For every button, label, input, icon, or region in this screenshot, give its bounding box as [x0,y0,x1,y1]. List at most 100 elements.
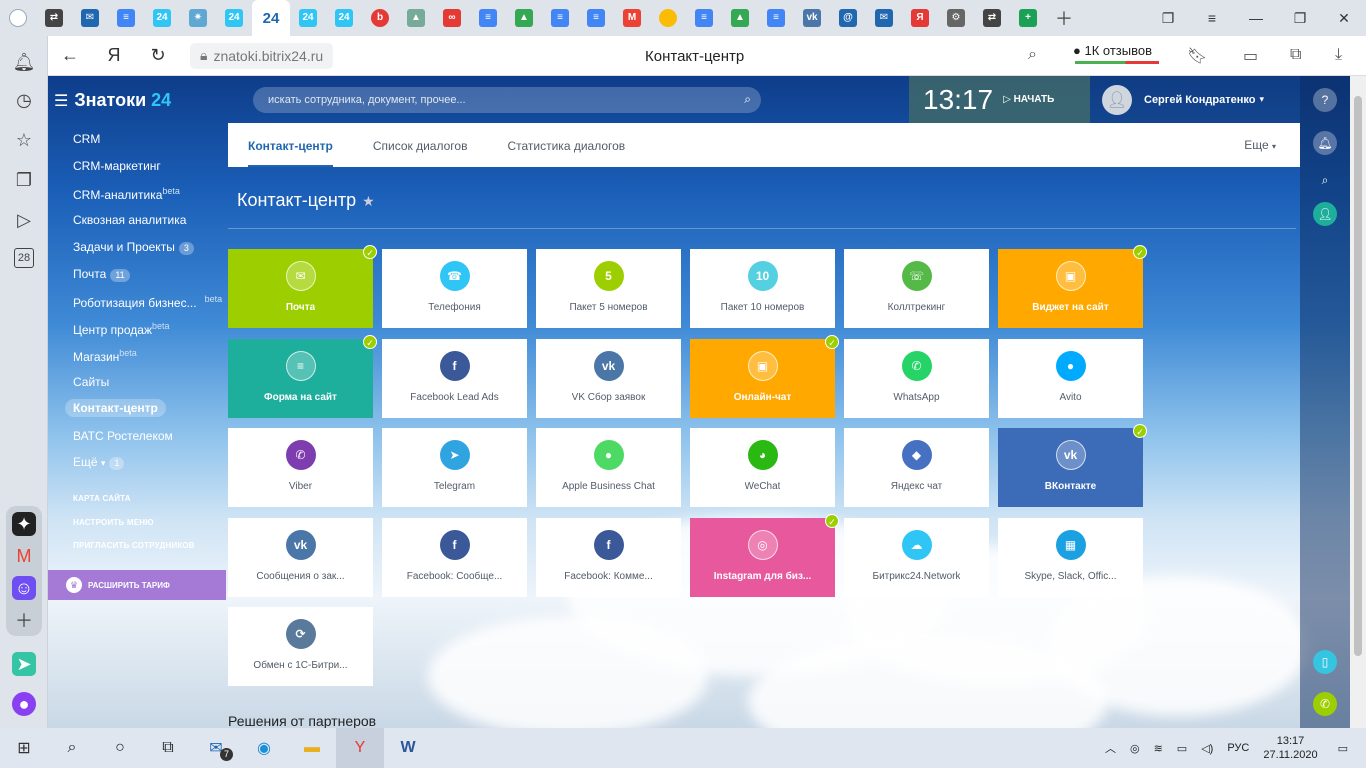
extensions-icon[interactable]: ⧉ [1290,46,1301,64]
windows-start-icon[interactable]: ⊞ [0,728,48,768]
browser-tab[interactable] [650,0,686,36]
mobile-icon[interactable]: ▯ [1313,650,1337,674]
wifi-icon[interactable]: ≋ [1154,742,1163,755]
favorites-icon[interactable]: ☆ [12,128,36,152]
restore-icon[interactable]: ❐ [1278,0,1322,36]
upgrade-plan-button[interactable]: ♛ РАСШИРИТЬ ТАРИФ [48,570,226,600]
edge-icon[interactable]: ◉ [240,728,288,768]
menu-item-end-to-end-analytics[interactable]: Сквозная аналитика [73,213,186,227]
reviews-button[interactable]: ● 1К отзывов [1073,43,1152,58]
sitemap-link[interactable]: КАРТА САЙТА [73,494,131,503]
browser-tab[interactable]: ≡ [542,0,578,36]
configure-menu-link[interactable]: НАСТРОИТЬ МЕНЮ [73,518,154,527]
contacts-icon[interactable]: 👤︎ [1313,202,1337,226]
worktime-widget[interactable]: 13:17 ▷ НАЧАТЬ [909,76,1090,123]
gmail-app-icon[interactable]: M [12,544,36,568]
yandex-logo-icon[interactable] [0,0,36,36]
search-icon[interactable]: ⌕ [48,728,96,768]
connector-tile[interactable]: ◆ Яндекс чат [844,428,989,507]
browser-tab[interactable]: ▲ [722,0,758,36]
explorer-icon[interactable]: ▬ [288,728,336,768]
language-indicator[interactable]: РУС [1227,742,1249,754]
connector-tile[interactable]: ☏ Коллтрекинг [844,249,989,328]
connector-tile[interactable]: ◕ WeChat [690,428,835,507]
connector-tile[interactable]: ▦ Skype, Slack, Offic... [998,517,1143,597]
alice-voice-icon[interactable]: ● [12,692,36,716]
browser-tab-active[interactable]: 24 [252,0,290,36]
minimize-icon[interactable]: — [1234,0,1278,36]
browser-tab[interactable]: ✷ [180,0,216,36]
send-app-icon[interactable]: ➤ [12,652,36,676]
browser-tab[interactable]: 24 [326,0,362,36]
search-input[interactable]: искать сотрудника, документ, прочее... ⌕ [253,87,761,113]
browser-tab[interactable]: 24 [144,0,180,36]
star-icon[interactable]: ★ [362,193,375,209]
browser-tab[interactable]: ≡ [758,0,794,36]
connector-tile[interactable]: ▣ Онлайн-чат ✓ [690,334,839,418]
security-icon[interactable]: ◎ [1130,742,1140,755]
browser-tab[interactable]: ≡ [686,0,722,36]
back-icon[interactable]: ← [48,36,92,76]
menu-item-sales-center[interactable]: Центр продажbeta [73,321,170,337]
connector-tile[interactable]: vk VK Сбор заявок [536,338,681,418]
connector-tile[interactable]: ≡ Форма на сайт ✓ [228,334,377,418]
clock-tray[interactable]: 13:17 27.11.2020 [1263,734,1317,762]
browser-tab[interactable]: ✉ [72,0,108,36]
connector-tile[interactable]: ☎ Телефония [382,249,527,328]
browser-tab[interactable]: b [362,0,398,36]
menu-item-vats[interactable]: ВАТС Ростелеком [73,429,173,443]
help-icon[interactable]: ? [1313,88,1337,112]
connector-tile[interactable]: ✆ WhatsApp [844,338,989,418]
browser-tab[interactable]: Я [902,0,938,36]
menu-item-mail[interactable]: Почта 11 [73,267,130,282]
video-icon[interactable]: ▷ [12,208,36,232]
user-menu[interactable]: 👤︎ Сергей Кондратенко ▾ [1090,76,1300,123]
browser-tab[interactable]: @ [830,0,866,36]
collections-icon[interactable]: ❐ [12,168,36,192]
tab-dialog-list[interactable]: Список диалогов [373,123,468,167]
menu-item-robotization[interactable]: Роботизация бизнес... beta [73,294,222,310]
bell-icon[interactable]: 🔔︎ [1313,131,1337,155]
connector-tile[interactable]: ◎ Instagram для биз... ✓ [690,513,839,597]
task-view-icon[interactable]: ⧉ [144,728,192,768]
more-tabs-button[interactable]: Еще ▾ [1244,138,1276,152]
connector-tile[interactable]: ➤ Telegram [382,428,527,507]
yandex-icon[interactable]: Я [92,36,136,76]
browser-tab[interactable]: ⇄ [36,0,72,36]
connector-tile[interactable]: 10 Пакет 10 номеров [690,249,835,328]
url-field[interactable]: 🔒︎ znatoki.bitrix24.ru [190,42,334,69]
connector-tile[interactable]: ✉ Почта ✓ [228,245,377,328]
connector-tile[interactable]: vk ВКонтакте ✓ [998,424,1147,507]
menu-item-tasks[interactable]: Задачи и Проекты 3 [73,240,194,255]
browser-tab[interactable]: 24 [216,0,252,36]
menu-item-crm-marketing[interactable]: CRM-маркетинг [73,159,161,173]
connector-tile[interactable]: ● Apple Business Chat [536,428,681,507]
browser-tab[interactable]: ∞ [434,0,470,36]
connector-tile[interactable]: f Facebook: Сообще... [382,517,527,597]
browser-tab[interactable]: M [614,0,650,36]
bookmark-icon[interactable]: 🔖︎ [1187,46,1207,66]
connector-tile[interactable]: f Facebook Lead Ads [382,338,527,418]
battery-icon[interactable]: ▭ [1243,46,1258,66]
add-app-icon[interactable]: ＋ [12,608,36,632]
browser-tab[interactable]: ▲ [506,0,542,36]
start-button[interactable]: ▷ НАЧАТЬ [1003,94,1054,105]
browser-tab[interactable]: vk [794,0,830,36]
browser-tab[interactable]: ≡ [108,0,144,36]
menu-burger-icon[interactable]: ☰ [54,93,68,110]
connector-tile[interactable]: ⟳ Обмен с 1С-Битри... [228,607,373,686]
battery-tray-icon[interactable]: ▭ [1177,742,1187,755]
volume-icon[interactable]: ◁) [1201,742,1213,755]
browser-tab[interactable]: ⇄ [974,0,1010,36]
notifications-icon[interactable]: 🔔︎ [12,50,36,74]
page-scrollbar[interactable] [1350,76,1366,728]
new-tab-button[interactable]: ＋ [1046,0,1082,36]
call-icon[interactable]: ✆ [1313,692,1337,716]
close-icon[interactable]: ✕ [1322,0,1366,36]
mail-app-icon[interactable]: ✉ 7 [192,728,240,768]
menu-icon[interactable]: ≡ [1190,0,1234,36]
menu-item-contact-center[interactable]: Контакт-центр [65,399,166,417]
connector-tile[interactable]: ☁ Битрикс24.Network [844,517,989,597]
download-icon[interactable]: ⤓ [1335,46,1342,64]
notifications-tray-icon[interactable]: ▭ [1338,742,1348,755]
